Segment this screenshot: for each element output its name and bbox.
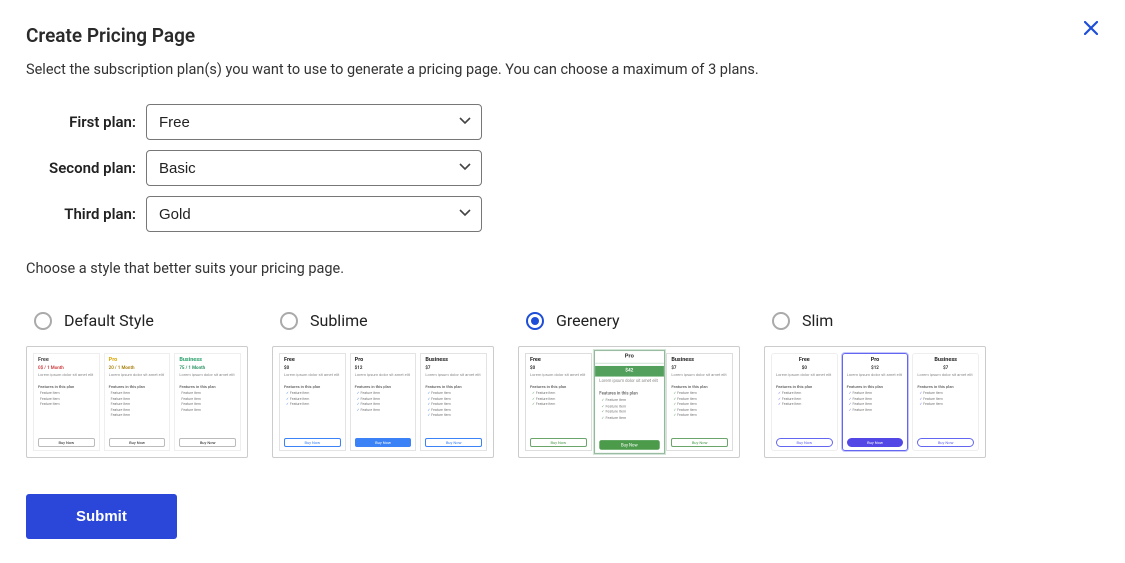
preview-slim[interactable]: Free$0Lorem ipsum dolor sit amet elitFea… <box>764 346 986 458</box>
close-button[interactable] <box>1081 20 1101 40</box>
radio-greenery[interactable]: Greenery <box>526 311 740 330</box>
style-options: Default Style Free0$ / 1 MonthLorem ipsum… <box>26 311 1099 458</box>
radio-icon <box>526 312 544 330</box>
radio-icon <box>280 312 298 330</box>
style-heading: Choose a style that better suits your pr… <box>26 260 1099 277</box>
preview-tier: Pro20 / 1 MonthLorem ipsum dolor sit ame… <box>104 353 171 451</box>
preview-tier: Pro$12Lorem ipsum dolor sit amet elitFea… <box>350 353 417 451</box>
preview-greenery[interactable]: Free$0Lorem ipsum dolor sit amet elitFea… <box>518 346 740 458</box>
preview-tier: Free$0Lorem ipsum dolor sit amet elitFea… <box>771 353 838 451</box>
third-plan-select[interactable]: FreeBasicGold <box>146 196 482 232</box>
preview-tier: Free0$ / 1 MonthLorem ipsum dolor sit am… <box>33 353 100 451</box>
radio-label: Default Style <box>64 311 154 330</box>
radio-label: Sublime <box>310 311 368 330</box>
preview-tier: Pro$12Lorem ipsum dolor sit amet elitFea… <box>842 353 909 451</box>
preview-tier: Business$7Lorem ipsum dolor sit amet eli… <box>666 353 733 451</box>
style-option-default: Default Style Free0$ / 1 MonthLorem ipsum… <box>26 311 248 458</box>
radio-slim[interactable]: Slim <box>772 311 986 330</box>
radio-icon <box>772 312 790 330</box>
first-plan-select[interactable]: FreeBasicGold <box>146 104 482 140</box>
page-title: Create Pricing Page <box>26 24 1099 47</box>
second-plan-select[interactable]: FreeBasicGold <box>146 150 482 186</box>
close-icon <box>1084 21 1098 39</box>
subtitle: Select the subscription plan(s) you want… <box>26 61 1099 78</box>
preview-tier: Business$7Lorem ipsum dolor sit amet eli… <box>420 353 487 451</box>
preview-tier: Free$0Lorem ipsum dolor sit amet elitFea… <box>279 353 346 451</box>
preview-tier: Free$0Lorem ipsum dolor sit amet elitFea… <box>525 353 592 451</box>
radio-label: Greenery <box>556 311 620 330</box>
second-plan-label: Second plan: <box>26 159 146 177</box>
style-option-greenery: Greenery Free$0Lorem ipsum dolor sit amet… <box>518 311 740 458</box>
third-plan-label: Third plan: <box>26 205 146 223</box>
radio-sublime[interactable]: Sublime <box>280 311 494 330</box>
submit-button[interactable]: Submit <box>26 494 177 539</box>
preview-tier: Pro$42Lorem ipsum dolor sit amet elitFea… <box>594 350 665 454</box>
preview-tier: Business75 / 1 MonthLorem ipsum dolor si… <box>174 353 241 451</box>
plan-selectors: First plan: FreeBasicGold Second plan: F… <box>26 104 1099 232</box>
preview-tier: Business$7Lorem ipsum dolor sit amet eli… <box>912 353 979 451</box>
preview-sublime[interactable]: Free$0Lorem ipsum dolor sit amet elitFea… <box>272 346 494 458</box>
radio-label: Slim <box>802 311 833 330</box>
radio-icon <box>34 312 52 330</box>
style-option-slim: Slim Free$0Lorem ipsum dolor sit amet eli… <box>764 311 986 458</box>
first-plan-label: First plan: <box>26 113 146 131</box>
radio-default[interactable]: Default Style <box>34 311 248 330</box>
preview-default[interactable]: Free0$ / 1 MonthLorem ipsum dolor sit am… <box>26 346 248 458</box>
style-option-sublime: Sublime Free$0Lorem ipsum dolor sit amet … <box>272 311 494 458</box>
